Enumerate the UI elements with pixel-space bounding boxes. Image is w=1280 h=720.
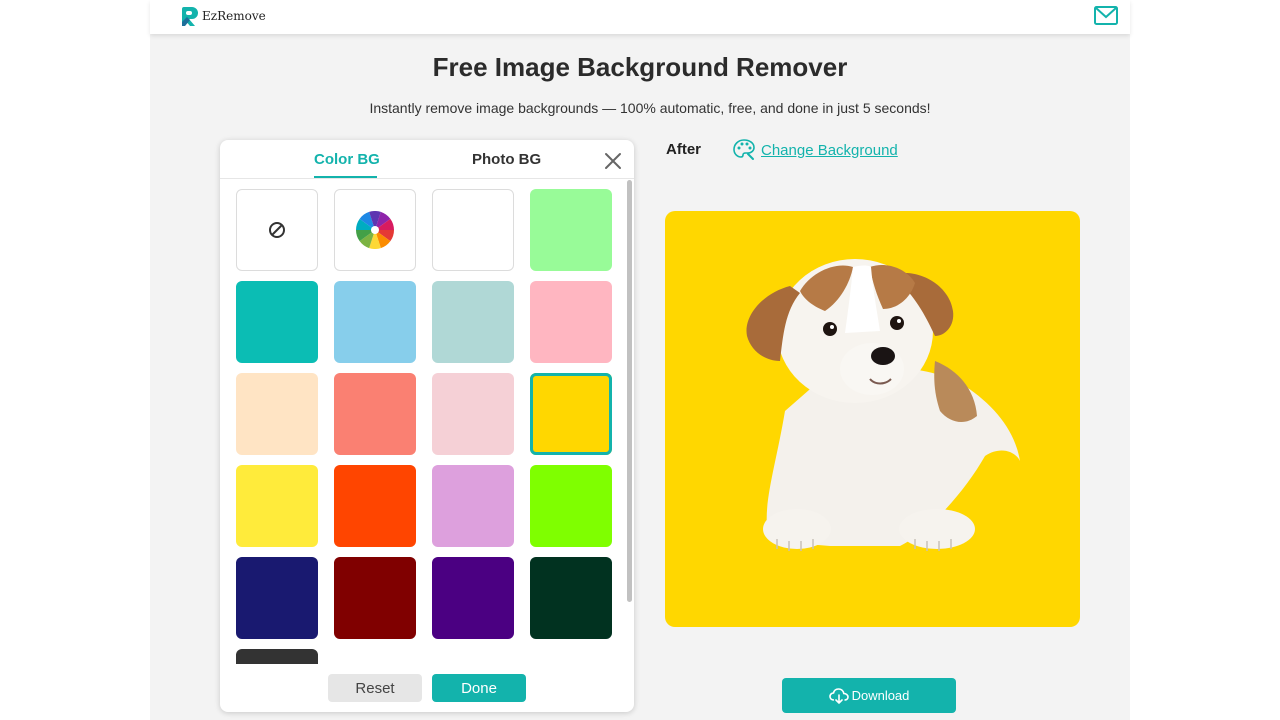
page-subtitle: Instantly remove image backgrounds — 100…	[369, 100, 931, 116]
close-icon[interactable]	[604, 152, 622, 170]
color-swatch[interactable]	[432, 557, 514, 639]
color-swatch[interactable]	[334, 281, 416, 363]
color-swatch[interactable]	[334, 557, 416, 639]
color-swatch[interactable]	[432, 189, 514, 271]
logo-mark-icon	[182, 7, 198, 26]
change-background-link[interactable]: Change Background	[732, 138, 898, 162]
reset-button[interactable]: Reset	[328, 674, 422, 702]
site-header: EzRemove	[150, 0, 1130, 34]
change-background-label: Change Background	[761, 141, 898, 159]
color-swatch[interactable]	[432, 281, 514, 363]
color-swatch[interactable]	[236, 557, 318, 639]
done-button[interactable]: Done	[432, 674, 526, 702]
color-swatch[interactable]	[236, 649, 318, 664]
cloud-download-icon	[828, 687, 849, 704]
color-swatch[interactable]	[432, 465, 514, 547]
result-canvas	[665, 211, 1080, 627]
scrollbar-thumb[interactable]	[627, 180, 632, 602]
no-background-icon	[269, 222, 285, 238]
color-wheel-icon	[356, 211, 394, 249]
tab-photo-bg[interactable]: Photo BG	[472, 151, 541, 168]
swatch-grid	[220, 179, 634, 664]
palette-icon	[733, 139, 755, 160]
swatch-color-picker[interactable]	[334, 189, 416, 271]
logo[interactable]: EzRemove	[181, 5, 266, 27]
mail-icon[interactable]	[1094, 6, 1118, 25]
color-swatch[interactable]	[334, 465, 416, 547]
result-image	[665, 211, 1080, 627]
color-swatch[interactable]	[530, 557, 612, 639]
color-swatch[interactable]	[530, 373, 612, 455]
background-panel: Color BG Photo BG Reset Done	[220, 140, 634, 712]
swatch-no-background[interactable]	[236, 189, 318, 271]
page-title: Free Image Background Remover	[432, 52, 848, 82]
color-swatch[interactable]	[334, 373, 416, 455]
download-button[interactable]: Download	[782, 678, 956, 713]
tab-color-bg[interactable]: Color BG	[314, 151, 380, 168]
color-swatch[interactable]	[236, 373, 318, 455]
color-swatch[interactable]	[236, 465, 318, 547]
after-label: After	[666, 141, 702, 158]
color-swatch[interactable]	[236, 281, 318, 363]
color-swatch[interactable]	[432, 373, 514, 455]
download-label: Download	[851, 688, 910, 703]
color-swatch[interactable]	[530, 189, 612, 271]
color-swatch[interactable]	[530, 465, 612, 547]
color-swatch[interactable]	[530, 281, 612, 363]
logo-text: EzRemove	[202, 9, 266, 23]
